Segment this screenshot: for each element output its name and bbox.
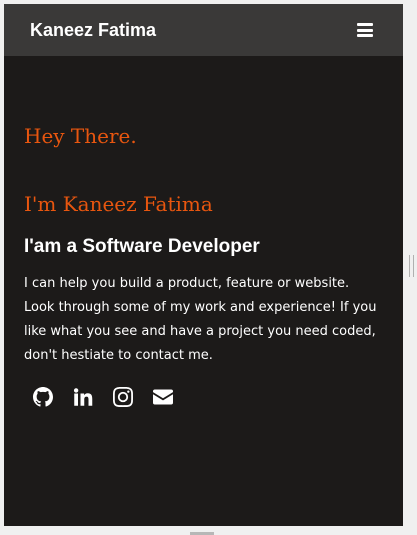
email-icon[interactable] [152, 386, 174, 408]
greeting-heading: Hey There. [24, 124, 137, 148]
social-links [24, 386, 383, 408]
name-heading: I'm Kaneez Fatima [24, 192, 213, 216]
github-icon[interactable] [32, 386, 54, 408]
instagram-icon[interactable] [112, 386, 134, 408]
intro-paragraph: I can help you build a product, feature … [24, 276, 377, 363]
navbar: Kaneez Fatima [4, 4, 403, 56]
resize-handle[interactable] [409, 255, 414, 277]
page-viewport: Kaneez Fatima Hey There. I'm Kaneez Fati… [4, 4, 403, 526]
brand-link[interactable]: Kaneez Fatima [30, 20, 156, 41]
hero-section: Hey There. I'm Kaneez Fatima I'am a Soft… [4, 122, 403, 408]
hamburger-menu-icon[interactable] [357, 23, 373, 37]
role-heading: I'am a Software Developer [24, 236, 260, 257]
linkedin-icon[interactable] [72, 386, 94, 408]
